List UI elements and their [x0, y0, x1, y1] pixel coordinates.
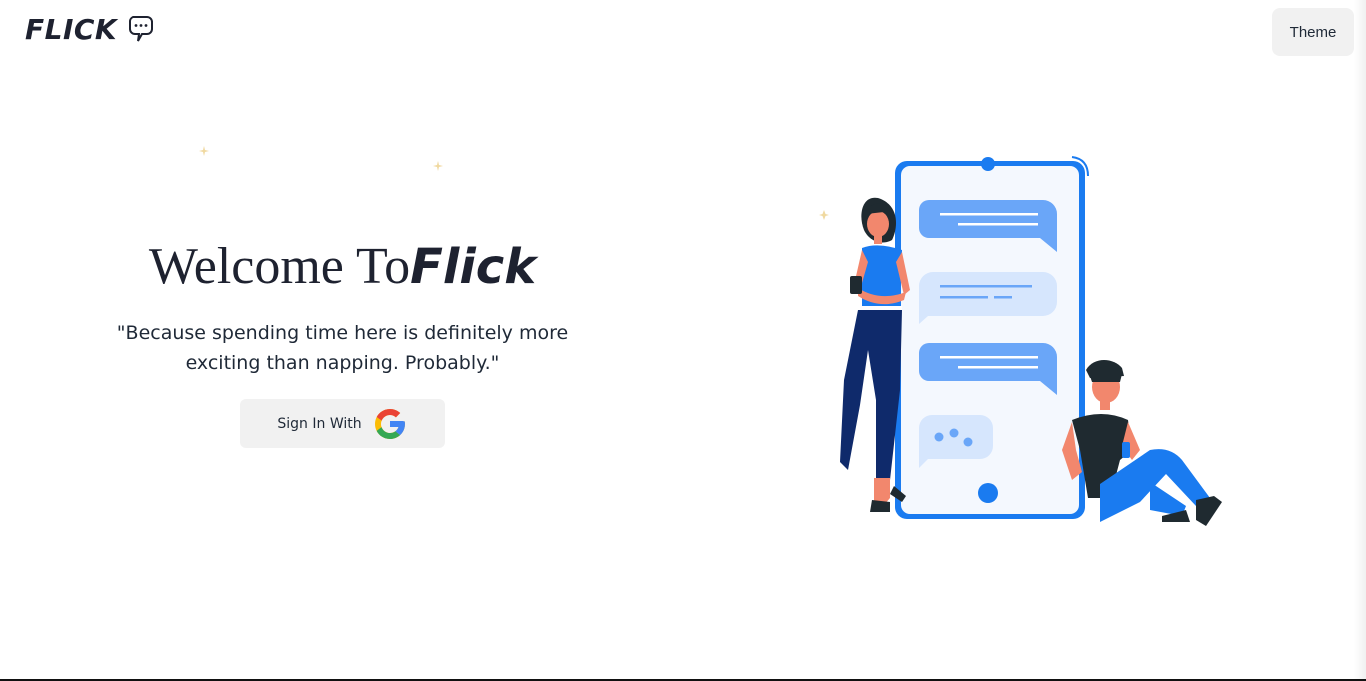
chat-bubble-icon [129, 15, 154, 41]
welcome-heading: Welcome ToFlick [90, 235, 595, 298]
sparkle-icon [433, 161, 443, 171]
hero-section: Welcome ToFlick "Because spending time h… [90, 235, 595, 448]
phone-graphic [895, 156, 1089, 519]
theme-button[interactable]: Theme [1272, 8, 1354, 56]
scrollbar-edge [1354, 0, 1366, 679]
landing-page: FLICK Theme Welcome ToFlick "Because spe… [0, 0, 1366, 681]
welcome-brand: Flick [410, 239, 537, 295]
google-icon [374, 408, 405, 439]
man-figure [1062, 360, 1222, 526]
sparkle-icon [199, 146, 209, 156]
chat-illustration [819, 156, 1222, 526]
sign-in-label: Sign In With [277, 415, 362, 432]
welcome-prefix: Welcome To [148, 238, 411, 295]
brand-name: FLICK [25, 13, 118, 46]
tagline: "Because spending time here is definitel… [116, 322, 569, 374]
logo[interactable]: FLICK [25, 13, 154, 46]
google-sign-in-button[interactable]: Sign In With [240, 399, 445, 448]
